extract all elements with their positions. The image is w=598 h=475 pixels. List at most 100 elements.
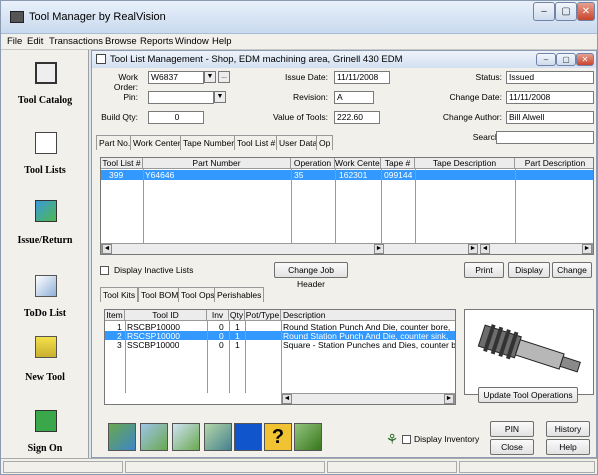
maximize-button[interactable]: ▢ xyxy=(555,2,577,21)
change-date-label: Change Date: xyxy=(449,92,502,102)
pin-dropdown[interactable]: ▼ xyxy=(214,91,226,103)
minimize-button[interactable]: – xyxy=(533,2,555,21)
sidebar-item-tool-catalog[interactable]: Tool Catalog xyxy=(1,95,89,106)
column-header[interactable]: Part Description xyxy=(515,158,593,169)
column-header[interactable]: Operation xyxy=(291,158,335,169)
workorder-icon[interactable] xyxy=(108,423,136,451)
cell-part-number: Y64646 xyxy=(145,170,175,180)
display-inventory-checkbox[interactable] xyxy=(402,435,411,444)
sign-on-icon[interactable] xyxy=(35,410,57,432)
horizontal-scrollbar[interactable]: ◄ ► xyxy=(281,393,455,404)
menu-window[interactable]: Window xyxy=(175,36,209,47)
display-inactive-checkbox[interactable] xyxy=(100,266,109,275)
revision-label: Revision: xyxy=(293,92,328,102)
tab-perishables[interactable]: Perishables xyxy=(214,287,265,302)
menu-browse[interactable]: Browse xyxy=(105,36,137,47)
tab-user-data[interactable]: User Data xyxy=(276,135,321,150)
tab-op[interactable]: Op xyxy=(316,135,334,150)
cell-tool-list-number: 399 xyxy=(109,170,124,180)
tab-work-center[interactable]: Work Center xyxy=(130,135,184,150)
tool-kits-grid[interactable]: Item Tool ID Inv Qty Pot/Type Descriptio… xyxy=(104,309,456,405)
menu-help[interactable]: Help xyxy=(212,36,232,47)
scroll-right-arrow[interactable]: ► xyxy=(582,244,592,254)
change-author-label: Change Author: xyxy=(442,112,502,122)
scroll-right-arrow[interactable]: ► xyxy=(468,244,478,254)
column-header[interactable]: Description xyxy=(281,310,455,321)
sidebar-item-todo-list[interactable]: ToDo List xyxy=(1,308,89,319)
sidebar-item-tool-lists[interactable]: Tool Lists xyxy=(1,165,89,176)
tab-tool-kits[interactable]: Tool Kits xyxy=(100,287,139,302)
work-order-field[interactable]: W6837 xyxy=(148,71,204,84)
menu-reports[interactable]: Reports xyxy=(140,36,173,47)
child-close-button[interactable]: ✕ xyxy=(576,53,594,66)
close-button[interactable]: ✕ xyxy=(577,2,595,21)
display-button[interactable]: Display xyxy=(508,262,550,278)
tool-catalog-icon[interactable] xyxy=(35,62,57,84)
search-input[interactable] xyxy=(496,131,594,144)
sidebar-item-issue-return[interactable]: Issue/Return xyxy=(1,235,89,246)
todo-list-icon[interactable] xyxy=(35,275,57,297)
column-divider xyxy=(415,169,416,243)
close-dialog-button[interactable]: Close xyxy=(490,439,534,455)
column-header[interactable]: Part Number xyxy=(143,158,291,169)
print-button[interactable]: Print xyxy=(464,262,504,278)
horizontal-scrollbar[interactable]: ◄ ► ► ◄ ► xyxy=(101,243,593,254)
scroll-left-arrow[interactable]: ◄ xyxy=(480,244,490,254)
tool-transfer-icon[interactable] xyxy=(140,423,168,451)
column-header[interactable]: Tool ID xyxy=(125,310,207,321)
change-date-field: 11/11/2008 xyxy=(506,91,594,104)
scroll-left-arrow[interactable]: ◄ xyxy=(282,394,292,404)
tool-list-grid[interactable]: Tool List # Part Number Operation Work C… xyxy=(100,157,594,255)
tab-tool-list-number[interactable]: Tool List # xyxy=(234,135,279,150)
column-header[interactable]: Qty xyxy=(229,310,245,321)
menu-transactions[interactable]: Transactions xyxy=(49,36,103,47)
child-minimize-button[interactable]: – xyxy=(536,53,556,66)
tab-part-no[interactable]: Part No. xyxy=(96,135,134,150)
column-header[interactable]: Item xyxy=(105,310,125,321)
calculator-icon[interactable] xyxy=(234,423,262,451)
tab-tool-ops[interactable]: Tool Ops xyxy=(178,287,218,302)
tool-grid-icon[interactable] xyxy=(172,423,200,451)
column-header[interactable]: Work Center xyxy=(335,158,381,169)
tab-tape-number[interactable]: Tape Number xyxy=(180,135,238,150)
pin-field[interactable] xyxy=(148,91,214,104)
child-maximize-button[interactable]: ▢ xyxy=(556,53,576,66)
column-divider xyxy=(229,321,230,393)
help-button[interactable]: Help xyxy=(546,439,590,455)
issue-return-icon[interactable] xyxy=(35,200,57,222)
tool-lists-icon[interactable] xyxy=(35,132,57,154)
scroll-left-arrow[interactable]: ◄ xyxy=(102,244,112,254)
build-qty-field[interactable]: 0 xyxy=(148,111,204,124)
inventory-icon[interactable]: ⚘ xyxy=(384,431,400,447)
pin-button[interactable]: PIN xyxy=(490,421,534,437)
sidebar-item-sign-on[interactable]: Sign On xyxy=(1,443,89,457)
work-order-browse-button[interactable]: ... xyxy=(218,71,230,83)
tool-setup-icon[interactable] xyxy=(294,423,322,451)
column-divider xyxy=(515,169,516,243)
table-row[interactable]: 399 Y64646 35 162301 099144 xyxy=(101,170,593,180)
cell-tape-number: 099144 xyxy=(384,170,413,180)
tool-assembly-icon[interactable] xyxy=(204,423,232,451)
column-header[interactable]: Pot/Type xyxy=(245,310,281,321)
column-header[interactable]: Tape Description xyxy=(415,158,515,169)
update-tool-operations-button[interactable]: Update Tool Operations xyxy=(478,387,578,403)
help-question-icon[interactable]: ? xyxy=(264,423,292,451)
revision-field[interactable]: A xyxy=(334,91,374,104)
column-header[interactable]: Tape # xyxy=(381,158,415,169)
new-tool-icon[interactable] xyxy=(35,336,57,358)
column-header[interactable]: Inv xyxy=(207,310,229,321)
tab-tool-bom[interactable]: Tool BOM xyxy=(138,287,182,302)
issue-date-field[interactable]: 11/11/2008 xyxy=(334,71,390,84)
issue-date-label: Issue Date: xyxy=(285,72,328,82)
menu-edit[interactable]: Edit xyxy=(27,36,43,47)
change-button[interactable]: Change xyxy=(552,262,592,278)
history-button[interactable]: History xyxy=(546,421,590,437)
menu-file[interactable]: File xyxy=(7,36,22,47)
sidebar-item-new-tool[interactable]: New Tool xyxy=(1,372,89,383)
column-header[interactable]: Tool List # xyxy=(101,158,143,169)
change-job-header-button[interactable]: Change Job Header xyxy=(274,262,348,289)
scroll-right-arrow[interactable]: ► xyxy=(374,244,384,254)
work-order-dropdown[interactable]: ▼ xyxy=(204,71,216,83)
change-author-field: Bill Alwell xyxy=(506,111,594,124)
scroll-right-arrow[interactable]: ► xyxy=(444,394,454,404)
